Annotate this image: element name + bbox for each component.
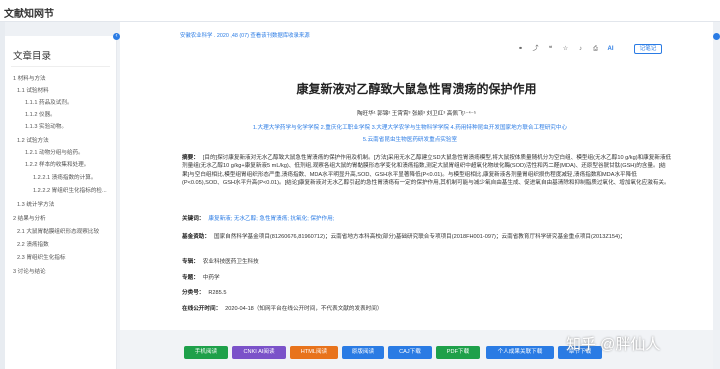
article-title: 康复新液对乙醇致大鼠急性胃溃疡的保护作用 [296, 82, 537, 96]
abstract-text: [目的]探讨康复新液对无水乙醇致大鼠急性胃溃疡的保护作用及机制。[方法]采用无水… [182, 155, 672, 187]
toc-item[interactable]: 1 材料与方法 [13, 74, 46, 82]
toc-title: 文章目录 [13, 51, 52, 62]
toc-item[interactable]: 1.3 统计学方法 [17, 200, 54, 208]
toc-item[interactable]: 2 结果与分析 [13, 214, 46, 222]
toc-item[interactable]: 1.1.1 药品及试剂。 [25, 98, 73, 106]
keywords-label: 关键词： [182, 216, 205, 222]
keywords: 关键词： 康复新液; 无水乙醇; 急性胃溃疡; 抗氧化; 保护作用; [182, 215, 672, 223]
toc-item[interactable]: 2.3 胃组织生化指标 [17, 253, 66, 261]
original-read-button[interactable]: 原版阅读 [342, 346, 384, 359]
toc-item[interactable]: 1.2.1 动物分组与给药。 [25, 148, 84, 156]
fund: 基金资助： 国家自然科学基金项目(81260676,81960712)；云南省地方… [182, 233, 672, 241]
class-text: R285.5 [208, 290, 227, 296]
abstract: 摘要： [目的]探讨康复新液对无水乙醇致大鼠急性胃溃疡的保护作用及机制。[方法]采… [182, 154, 672, 188]
pdf-download-button[interactable]: PDF下载 [436, 346, 480, 359]
app-title: 文献知网节 [4, 9, 54, 20]
note-button[interactable]: 记笔记 [634, 44, 662, 54]
print-icon[interactable]: ⎙ [591, 45, 600, 54]
top-bar: 文献知网节 [0, 0, 720, 22]
online-date: 在线公开时间： 2020-04-18（知网平台在线公开时间，不代表文献的发表时间） [182, 305, 672, 313]
html-read-button[interactable]: HTML阅读 [290, 346, 338, 359]
keywords-text[interactable]: 康复新液; 无水乙醇; 急性胃溃疡; 抗氧化; 保护作用; [208, 216, 334, 222]
authors[interactable]: 陶旺华¹ 郭锦² 王霄霄³ 张颖³ 刘卫红³ 高佩飞¹⁻⁴⁻⁵ [120, 109, 713, 117]
special-label: 专辑： [182, 259, 199, 265]
favorite-icon[interactable]: ☆ [561, 45, 570, 54]
toc-item[interactable]: 3 讨论与结论 [13, 267, 46, 275]
toc-divider [11, 66, 110, 67]
bell-icon[interactable]: ♪ [576, 45, 585, 54]
toc-item[interactable]: 1.2.2.1 溃疡指数的计算。 [33, 173, 96, 181]
toc-item[interactable]: 1.1.3 实验动物。 [25, 122, 67, 130]
toc-item[interactable]: 1.2.2 样本的收集和处理。 [25, 160, 89, 168]
ai-icon[interactable]: AI [606, 45, 615, 54]
topic-text: 中药学 [202, 275, 220, 281]
special-text: 农业科技医药卫生科技 [202, 259, 259, 265]
toc-item[interactable]: 2.1 大鼠胃黏膜组织形态观察比较 [17, 227, 99, 235]
affiliation-line[interactable]: 5.云南省昆虫生物医药研发重点实验室 [220, 135, 600, 143]
mobile-read-button[interactable]: 手机阅读 [184, 346, 228, 359]
toc-sidebar: 文章目录 1 材料与方法 1.1 试验材料 1.1.1 药品及试剂。 1.1.2… [5, 36, 117, 369]
toc-item[interactable]: 1.2.2.2 胃组织生化指标的检... [33, 186, 107, 194]
special: 专辑： 农业科技医药卫生科技 [182, 258, 672, 266]
share-icon[interactable]: ⤴ [531, 45, 540, 54]
fund-text[interactable]: 国家自然科学基金项目(81260676,81960712)；云南省地方本科高校(… [214, 234, 626, 240]
ai-read-button[interactable]: CNKI AI阅读 [232, 346, 286, 359]
abstract-label: 摘要： [182, 155, 199, 161]
caj-download-button[interactable]: CAJ下载 [388, 346, 432, 359]
toc-item[interactable]: 1.1 试验材料 [17, 86, 49, 94]
topic: 专题： 中药学 [182, 274, 672, 282]
classification: 分类号： R285.5 [182, 289, 672, 297]
quote-icon[interactable]: ❝ [546, 45, 555, 54]
journal-source[interactable]: 安徽农业科学 . 2020 ,48 (07) 查看该刊数据库收录来源 [180, 31, 310, 39]
toc-item[interactable]: 2.2 溃疡指数 [17, 240, 49, 248]
online-label: 在线公开时间： [182, 306, 222, 312]
collapse-right-icon[interactable] [713, 33, 720, 40]
watermark: 知乎 @胖仙人 [566, 336, 661, 353]
article-panel: 安徽农业科学 . 2020 ,48 (07) 查看该刊数据库收录来源 ⚭ ⤴ ❝… [120, 22, 713, 369]
toc-item[interactable]: 1.1.2 仪器。 [25, 110, 56, 118]
topic-label: 专题： [182, 275, 199, 281]
collapse-sidebar-icon[interactable]: ‹ [113, 33, 120, 40]
class-label: 分类号： [182, 290, 205, 296]
online-text: 2020-04-18（知网平台在线公开时间，不代表文献的发表时间） [225, 306, 383, 312]
personal-download-button[interactable]: 个人成果关联下载 [486, 346, 554, 359]
toc-item[interactable]: 1.2 试验方法 [17, 136, 49, 144]
affiliation-line[interactable]: 1.大理大学药学与化学学院 2.重庆化工职业学院 3.大理大学农学与生物科学学院… [220, 123, 600, 131]
fund-label: 基金资助： [182, 234, 210, 240]
link-icon[interactable]: ⚭ [516, 45, 525, 54]
